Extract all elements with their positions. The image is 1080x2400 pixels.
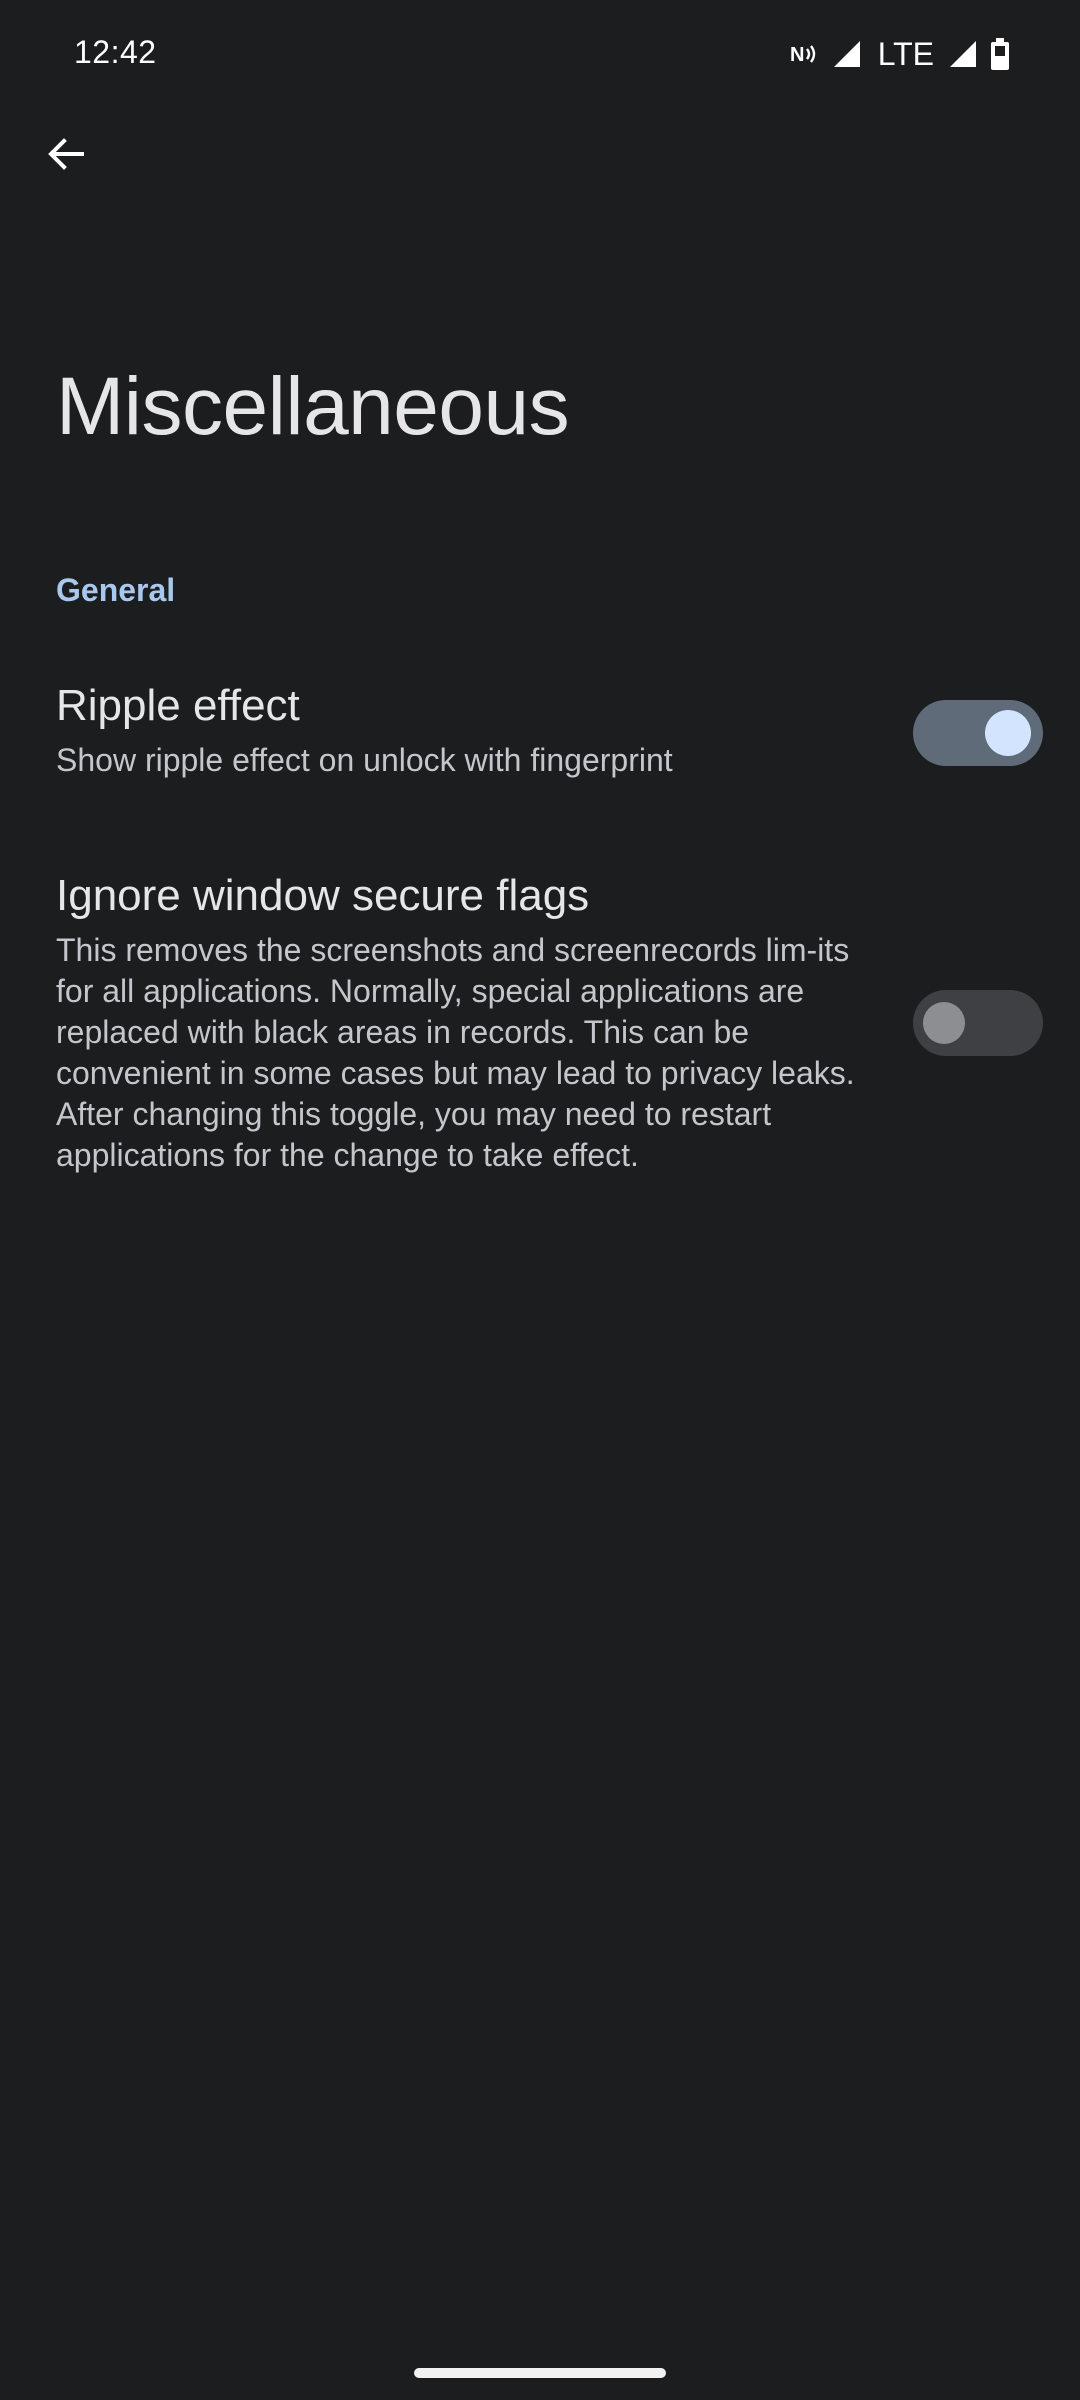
back-button[interactable] — [30, 120, 102, 192]
network-type-label: LTE — [877, 35, 934, 72]
svg-text:N: N — [790, 44, 804, 66]
status-bar: 12:42 N LTE — [0, 0, 1080, 110]
pref-title: Ripple effect — [56, 681, 300, 730]
status-time: 12:42 — [74, 34, 157, 70]
section-header-general: General — [56, 572, 176, 608]
nfc-icon: N — [790, 42, 820, 66]
arrow-back-icon — [44, 132, 88, 181]
home-indicator[interactable] — [414, 2368, 666, 2378]
switch-thumb — [923, 1002, 965, 1044]
status-icons: N LTE — [790, 34, 1010, 74]
signal-icon — [832, 39, 862, 69]
ignore-secure-flags-switch[interactable] — [913, 990, 1043, 1056]
ripple-effect-switch[interactable] — [913, 700, 1043, 766]
signal-icon — [948, 39, 978, 69]
pref-ripple-effect[interactable]: Ripple effect Show ripple effect on unlo… — [0, 670, 1080, 820]
page-title: Miscellaneous — [56, 361, 570, 452]
pref-ignore-secure-flags-text: Ignore window secure flags This removes … — [56, 868, 886, 1176]
switch-thumb — [985, 710, 1031, 756]
pref-summary: Show ripple effect on unlock with finger… — [56, 742, 673, 778]
pref-summary: This removes the screenshots and screenr… — [56, 932, 855, 1173]
pref-ignore-secure-flags[interactable]: Ignore window secure flags This removes … — [0, 860, 1080, 1200]
pref-ripple-effect-text: Ripple effect Show ripple effect on unlo… — [56, 678, 876, 781]
pref-title: Ignore window secure flags — [56, 871, 590, 920]
battery-icon — [990, 38, 1010, 70]
